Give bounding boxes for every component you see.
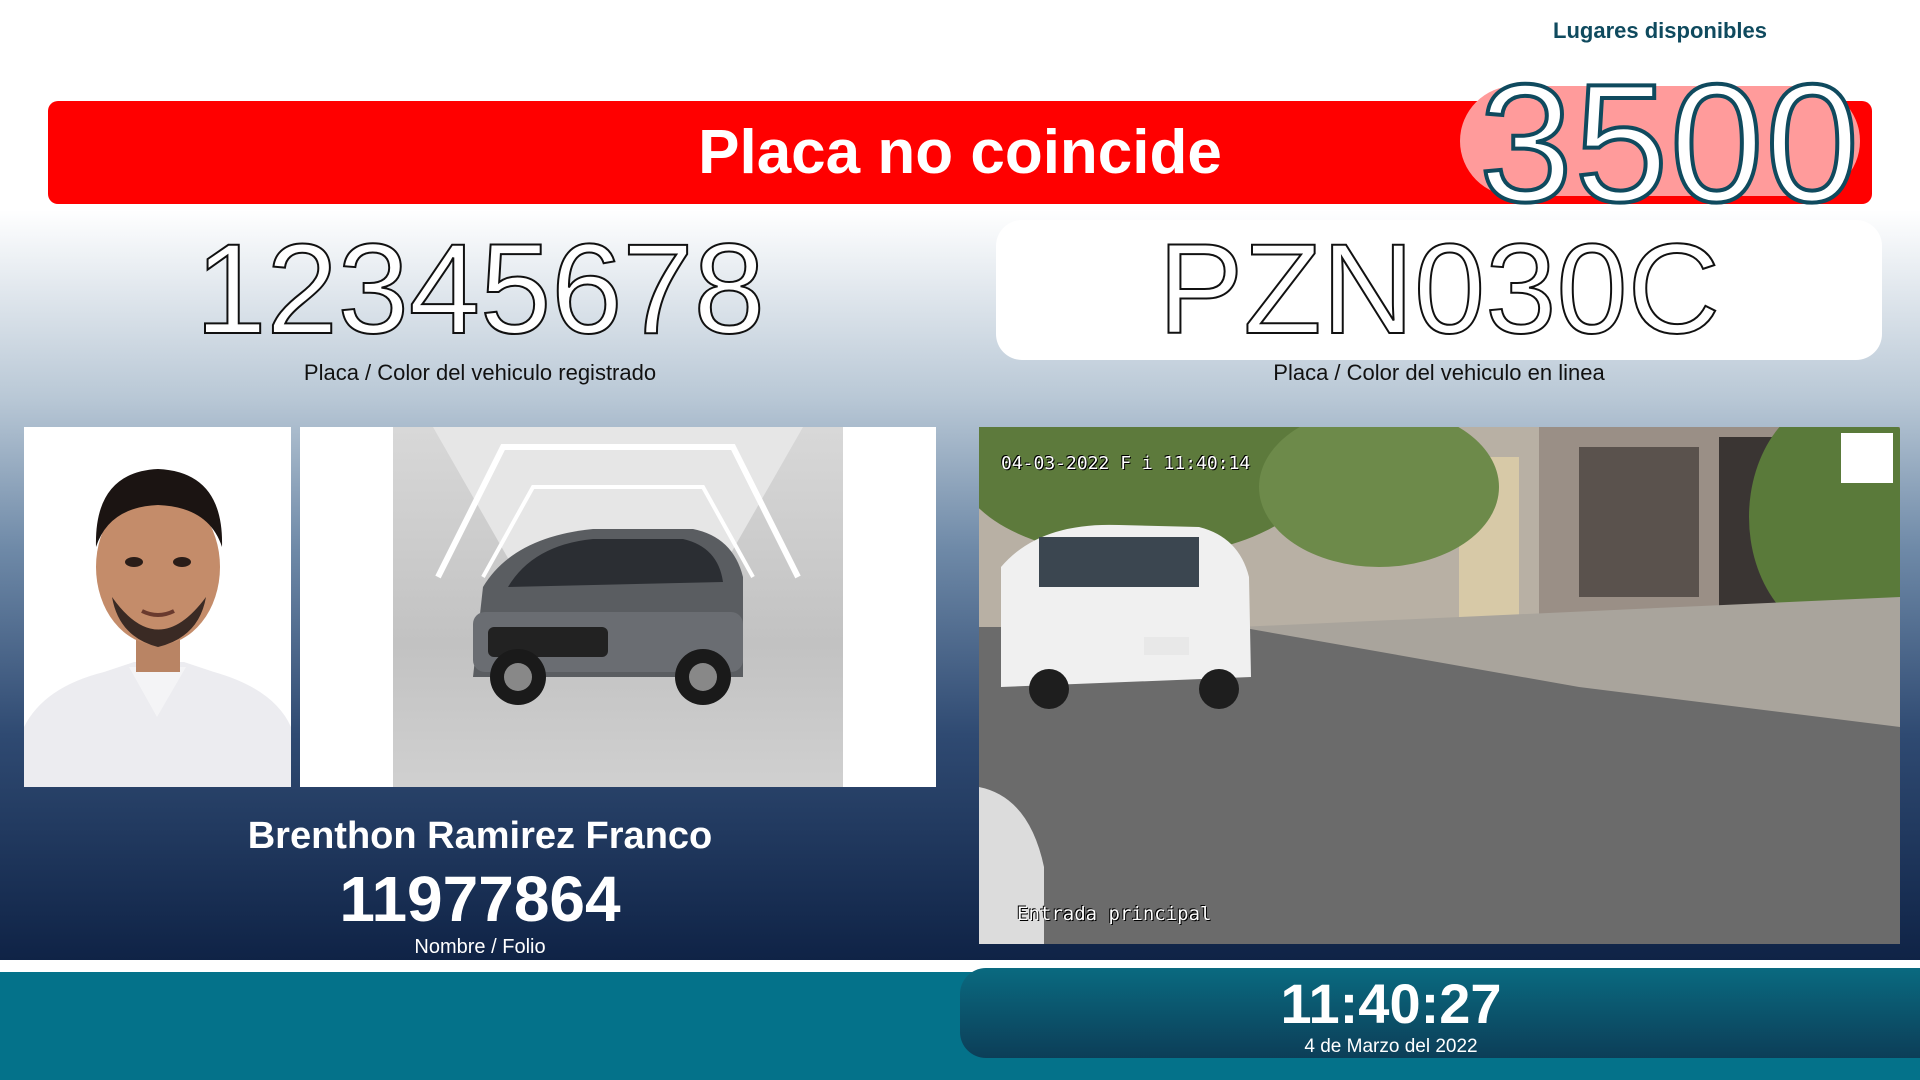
camera-indicator xyxy=(1841,433,1893,483)
registered-plate-caption: Placa / Color del vehiculo registrado xyxy=(303,360,657,385)
camera-location: Entrada principal xyxy=(1017,903,1212,925)
live-camera-feed: 04-03-2022 F i 11:40:14 Entrada principa… xyxy=(979,427,1900,944)
person-portrait-icon xyxy=(24,427,291,787)
registered-vehicle-photo xyxy=(300,427,936,787)
driver-folio: 11977864 xyxy=(339,863,621,935)
live-plate-caption: Placa / Color del vehiculo en linea xyxy=(1273,360,1605,385)
clock-time: 11:40:27 xyxy=(1280,972,1502,1035)
street-scene-icon xyxy=(979,427,1900,944)
camera-timestamp: 04-03-2022 F i 11:40:14 xyxy=(1001,453,1251,474)
driver-caption: Nombre / Folio xyxy=(414,936,546,958)
driver-name: Brenthon Ramirez Franco xyxy=(247,815,713,857)
car-icon xyxy=(433,427,803,705)
clock-date: 4 de Marzo del 2022 xyxy=(1304,1036,1478,1057)
available-spaces-count: 3500 xyxy=(1477,49,1861,237)
driver-photo xyxy=(24,427,291,787)
available-spaces-label: Lugares disponibles xyxy=(1553,18,1767,43)
live-plate: PZN030C xyxy=(1157,218,1721,361)
vehicle-showroom-background xyxy=(393,427,843,787)
registered-plate: 12345678 xyxy=(194,218,766,361)
